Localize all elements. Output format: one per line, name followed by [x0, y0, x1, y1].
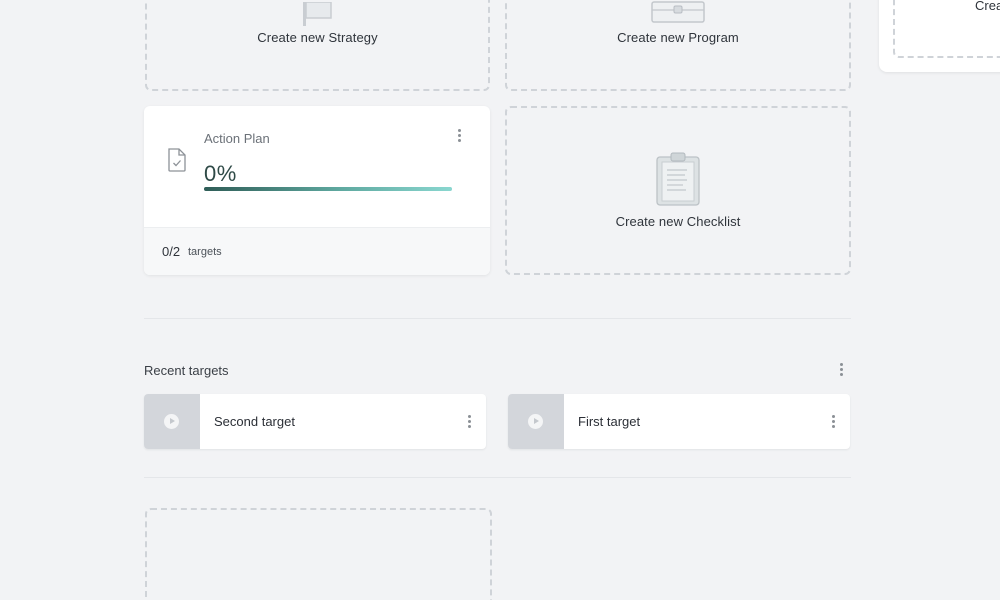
target-name: First target — [578, 414, 641, 429]
recent-targets-title: Recent targets — [144, 363, 229, 378]
create-partial-tile[interactable]: Crea — [893, 0, 1000, 58]
target-menu-icon[interactable] — [827, 414, 841, 430]
side-panel: Crea — [879, 0, 1000, 72]
empty-placeholder-tile[interactable] — [145, 508, 492, 600]
plan-progress-bar — [204, 187, 452, 191]
play-icon — [528, 414, 543, 429]
plan-percent: 0% — [204, 161, 237, 186]
recent-targets-menu-icon[interactable] — [835, 362, 849, 378]
briefcase-icon — [651, 1, 705, 23]
document-check-icon — [168, 148, 186, 172]
target-card-second[interactable]: Second target — [144, 394, 486, 449]
target-thumbnail — [508, 394, 564, 449]
target-thumbnail — [144, 394, 200, 449]
plan-target-count: 0/2 — [162, 244, 181, 259]
create-program-label: Create new Program — [617, 30, 739, 45]
target-card-first[interactable]: First target — [508, 394, 850, 449]
action-plan-card[interactable]: Action Plan 0% 0/2 targets — [144, 106, 490, 275]
target-menu-icon[interactable] — [463, 414, 477, 430]
play-icon — [164, 414, 179, 429]
section-divider — [144, 318, 851, 319]
create-partial-label: Crea — [975, 0, 1000, 13]
plan-menu-icon[interactable] — [453, 128, 467, 144]
create-strategy-tile[interactable]: Create new Strategy — [145, 0, 490, 91]
section-divider — [144, 477, 851, 478]
plan-progress-fill — [204, 187, 452, 191]
clipboard-icon — [656, 152, 700, 206]
flag-icon — [302, 2, 332, 26]
plan-target-count-label: targets — [188, 246, 222, 258]
create-strategy-label: Create new Strategy — [257, 30, 378, 45]
create-program-tile[interactable]: Create new Program — [505, 0, 851, 91]
create-checklist-label: Create new Checklist — [615, 214, 741, 229]
create-checklist-tile[interactable]: Create new Checklist — [505, 106, 851, 275]
plan-title: Action Plan — [204, 131, 270, 146]
target-name: Second target — [214, 414, 295, 429]
